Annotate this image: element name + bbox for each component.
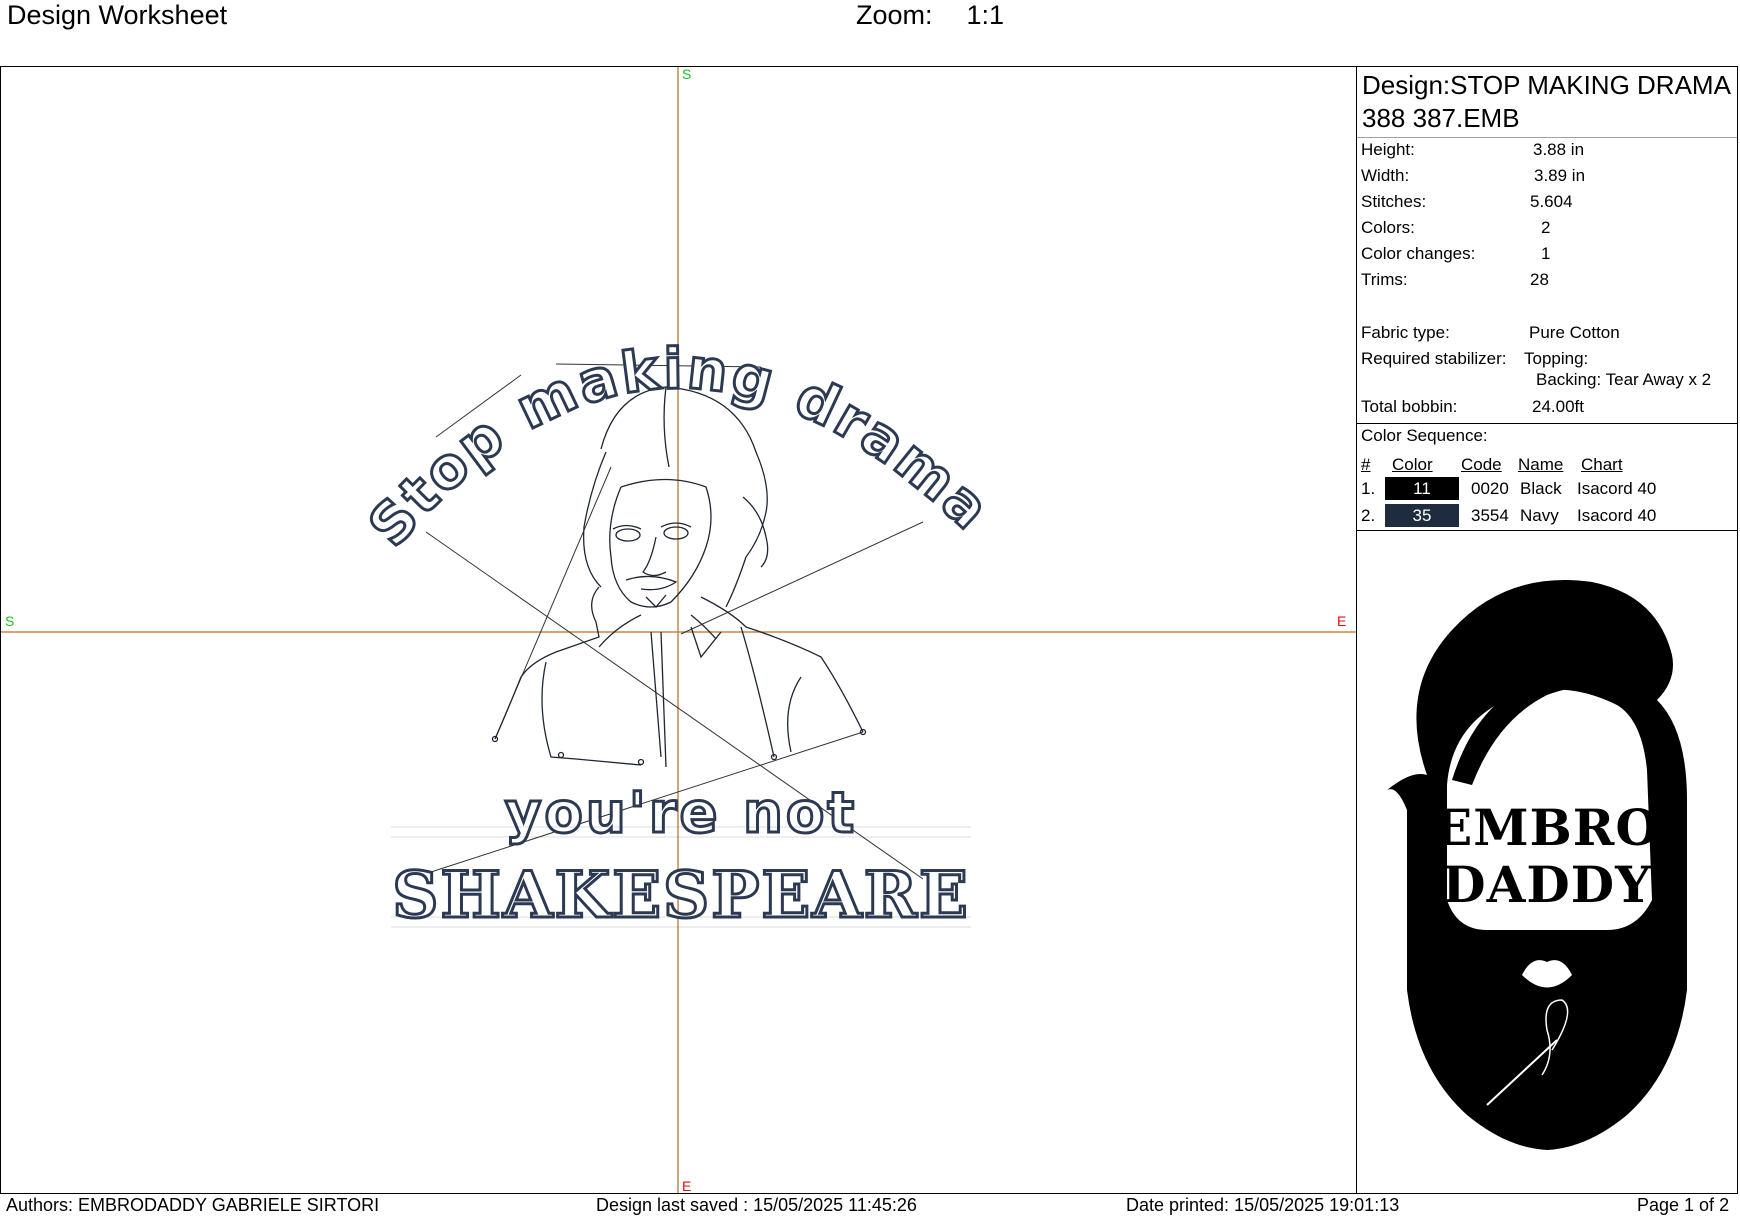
text-shakespeare: SHAKESPEARE [392,858,970,933]
footer-authors: Authors: EMBRODADDY GABRIELE SIRTORI [6,1195,380,1215]
text-youre-not: you're not [505,781,857,846]
color-sequence-label: Color Sequence: [1361,426,1488,445]
design-canvas: S S E E Stop making drama you're not SHA… [1,66,1356,1194]
worksheet-title: Design Worksheet [7,0,228,30]
worksheet-footer: Authors: EMBRODADDY GABRIELE SIRTORI Des… [0,1194,1740,1219]
embroidery-text: Stop making drama you're not SHAKESPEARE [355,335,1004,934]
design-title: Design:STOP MAKING DRAMA 388 387.EMB [1362,70,1730,133]
top-start-marker: S [682,67,691,82]
bearded-man-logo-icon: EMBRO DADDY [1387,580,1687,1150]
left-start-marker: S [5,613,14,629]
panel-separator [1357,423,1737,424]
color-swatch: 35 [1385,504,1459,527]
zoom-label: Zoom: [856,0,933,30]
col-header-code: Code [1461,455,1502,474]
right-end-marker: E [1337,613,1346,629]
logo-text-daddy: DADDY [1442,855,1652,914]
arc-text-top: Stop making drama [357,337,1004,559]
color-swatch: 11 [1385,477,1459,500]
footer-last-saved: Design last saved : 15/05/2025 11:45:26 [596,1195,917,1215]
logo-text-embro: EMBRO [1434,798,1660,857]
footer-page-number: Page 1 of 2 [1637,1195,1730,1215]
zoom-indicator: Zoom: 1:1 [856,0,1004,30]
footer-date-printed: Date printed: 15/05/2025 19:01:13 [1126,1195,1400,1215]
col-header-chart: Chart [1581,455,1623,474]
portrait-lineart [491,386,867,768]
zoom-value: 1:1 [966,0,1005,30]
worksheet-header: Design Worksheet Zoom: 1:1 [0,0,1740,66]
panel-separator [1357,530,1737,531]
col-header-color: Color [1392,455,1433,474]
col-header-num: # [1361,455,1371,474]
brand-logo: EMBRO DADDY [1357,570,1737,1170]
panel-separator [1357,137,1737,138]
design-preview: S S E E Stop making drama you're not SHA… [1,66,1356,1194]
col-header-name: Name [1518,455,1564,474]
bottom-end-marker: E [682,1178,691,1193]
